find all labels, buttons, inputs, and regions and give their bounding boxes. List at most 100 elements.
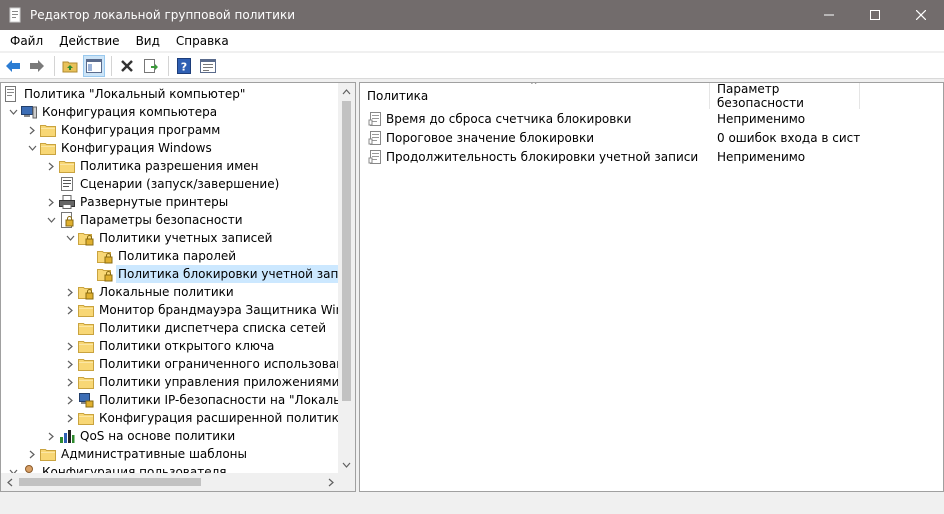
tree-item-label: Политики открытого ключа	[99, 339, 275, 353]
chevron-right-icon	[328, 478, 334, 486]
tree-item[interactable]: Политика "Локальный компьютер"	[3, 85, 247, 103]
app-policy-icon	[7, 7, 23, 23]
scroll-left-button[interactable]	[1, 473, 18, 491]
tree-item[interactable]: Сценарии (запуск/завершение)	[43, 175, 281, 193]
tree-item[interactable]: Параметры безопасности	[43, 211, 245, 229]
tree-item[interactable]: Локальные политики	[62, 283, 236, 301]
up-folder-button[interactable]	[59, 55, 81, 77]
menu-bar: Файл Действие Вид Справка	[0, 30, 944, 52]
scroll-thumb[interactable]	[342, 101, 351, 401]
tree-item[interactable]: Политики ограниченного использования п	[62, 355, 339, 373]
tree-expander[interactable]	[43, 157, 59, 175]
minimize-button[interactable]	[806, 0, 852, 30]
tree-expander[interactable]	[43, 211, 59, 229]
column-header-setting[interactable]: Параметр безопасности	[710, 83, 860, 110]
scroll-up-button[interactable]	[338, 83, 355, 100]
list-item[interactable]: Продолжительность блокировки учетной зап…	[360, 147, 943, 166]
title-bar[interactable]: Редактор локальной групповой политики	[0, 0, 944, 30]
maximize-icon	[870, 10, 880, 20]
export-list-button[interactable]	[140, 55, 162, 77]
list-header: ^ Политика Параметр безопасности	[360, 83, 943, 110]
tree-item[interactable]: Конфигурация Windows	[24, 139, 214, 157]
tree-item[interactable]: Конфигурация программ	[24, 121, 222, 139]
show-hide-tree-button[interactable]	[83, 54, 105, 77]
chevron-right-icon	[48, 198, 54, 206]
list-item[interactable]: Пороговое значение блокировки 0 ошибок вх…	[360, 128, 943, 147]
menu-file[interactable]: Файл	[2, 34, 51, 48]
tree-item[interactable]: QoS на основе политики	[43, 427, 237, 445]
back-button[interactable]	[2, 55, 24, 77]
tree-expander[interactable]	[24, 139, 40, 157]
script-icon	[59, 176, 75, 192]
tree-item[interactable]: Конфигурация компьютера	[5, 103, 219, 121]
chevron-right-icon	[67, 414, 73, 422]
scroll-down-button[interactable]	[338, 456, 355, 473]
locked-folder-icon	[78, 230, 94, 246]
tree-item[interactable]: Развернутые принтеры	[43, 193, 230, 211]
tree-expander[interactable]	[62, 355, 78, 373]
tree-expander[interactable]	[62, 373, 78, 391]
tree-item[interactable]: Административные шаблоны	[24, 445, 249, 463]
menu-view[interactable]: Вид	[128, 34, 168, 48]
tree-item[interactable]: Монитор брандмауэра Защитника Windows	[62, 301, 339, 319]
back-icon	[6, 59, 20, 72]
forward-button[interactable]	[26, 55, 48, 77]
tree-item[interactable]: Политики диспетчера списка сетей	[62, 319, 328, 337]
tree-expander[interactable]	[62, 391, 78, 409]
tree-expander	[81, 247, 97, 265]
tree-expander[interactable]	[24, 121, 40, 139]
properties-icon	[200, 58, 216, 73]
scroll-thumb[interactable]	[19, 478, 201, 486]
delete-button[interactable]	[116, 55, 138, 77]
tree-expander[interactable]	[62, 301, 78, 319]
scroll-right-button[interactable]	[322, 473, 339, 491]
tree-expander[interactable]	[62, 337, 78, 355]
list-item[interactable]: Время до сброса счетчика блокировки Непри…	[360, 109, 943, 128]
tree-horizontal-scrollbar[interactable]	[1, 473, 339, 491]
close-button[interactable]	[898, 0, 944, 30]
policy-setting-icon	[368, 130, 384, 146]
tree-item[interactable]: Политики управления приложениями	[62, 373, 339, 391]
export-list-icon	[144, 58, 158, 73]
tree-item-label: Административные шаблоны	[61, 447, 248, 461]
menu-action[interactable]: Действие	[51, 34, 127, 48]
details-list[interactable]: ^ Политика Параметр безопасности Время д…	[359, 82, 944, 492]
tree-expander[interactable]	[5, 463, 21, 473]
folder-icon	[78, 302, 94, 318]
tree-item[interactable]: Политика паролей	[81, 247, 238, 265]
folder-icon	[59, 158, 75, 174]
tree-item-label: Конфигурация программ	[61, 123, 221, 137]
help-button[interactable]: ?	[173, 55, 195, 77]
tree-item[interactable]: Политики учетных записей	[62, 229, 274, 247]
chevron-right-icon	[67, 378, 73, 386]
tree-expander[interactable]	[43, 427, 59, 445]
navigation-tree[interactable]: Политика "Локальный компьютер" Конфигурац…	[0, 82, 356, 492]
scrollbar-corner	[338, 473, 355, 491]
tree-item[interactable]: Политика блокировки учетной записи	[81, 265, 339, 283]
tree-expander[interactable]	[43, 193, 59, 211]
tree-expander[interactable]	[62, 283, 78, 301]
menu-help[interactable]: Справка	[168, 34, 237, 48]
tree-expander[interactable]	[5, 103, 21, 121]
chevron-down-icon	[28, 145, 36, 151]
policy-name: Продолжительность блокировки учетной зап…	[386, 149, 699, 164]
window-title: Редактор локальной групповой политики	[30, 8, 296, 22]
tree-expander[interactable]	[24, 445, 40, 463]
tree-item-label: Конфигурация компьютера	[42, 105, 218, 119]
column-header-policy[interactable]: ^ Политика	[360, 83, 710, 109]
policy-cell: Время до сброса счетчика блокировки	[360, 111, 710, 127]
tree-expander[interactable]	[62, 229, 78, 247]
tree-item[interactable]: Политика разрешения имен	[43, 157, 261, 175]
chevron-down-icon	[9, 109, 17, 115]
properties-button[interactable]	[197, 55, 219, 77]
tree-item[interactable]: Конфигурация расширенной политики ауд	[62, 409, 339, 427]
security-setting-value: 0 ошибок входа в сист...	[717, 130, 860, 145]
folder-icon	[78, 410, 94, 426]
tree-item[interactable]: Политики IP-безопасности на "Локальный	[62, 391, 339, 409]
tree-expander[interactable]	[62, 409, 78, 427]
tree-item[interactable]: Конфигурация пользователя	[5, 463, 228, 473]
tree-item-label: Конфигурация расширенной политики ауд	[99, 411, 339, 425]
tree-item[interactable]: Политики открытого ключа	[62, 337, 276, 355]
tree-vertical-scrollbar[interactable]	[338, 83, 355, 473]
maximize-button[interactable]	[852, 0, 898, 30]
